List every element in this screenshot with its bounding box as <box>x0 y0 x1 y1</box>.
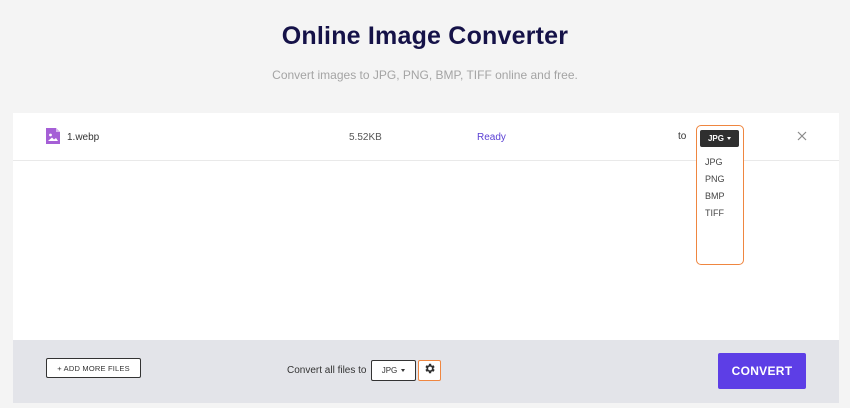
file-row: 1.webp 5.52KB Ready to JPG JPG PNG BMP T… <box>13 113 839 265</box>
page-subtitle: Convert images to JPG, PNG, BMP, TIFF on… <box>272 68 578 82</box>
format-select[interactable]: JPG <box>700 130 739 147</box>
format-option-bmp[interactable]: BMP <box>700 188 739 205</box>
format-option-jpg[interactable]: JPG <box>700 154 739 171</box>
format-select-value: JPG <box>707 134 724 143</box>
format-option-png[interactable]: PNG <box>700 171 739 188</box>
to-label: to <box>678 131 687 142</box>
bottom-toolbar: + ADD MORE FILES Convert all files to JP… <box>13 340 839 403</box>
file-size: 5.52KB <box>349 132 382 143</box>
image-file-icon <box>46 128 60 144</box>
format-dropdown: JPG JPG PNG BMP TIFF <box>696 125 744 265</box>
file-name: 1.webp <box>67 132 100 143</box>
close-icon[interactable] <box>795 129 809 143</box>
caret-down-icon <box>727 137 731 140</box>
page-title: Online Image Converter <box>281 22 569 50</box>
convert-all-format-value: JPG <box>381 366 398 375</box>
file-list-panel: 1.webp 5.52KB Ready to JPG JPG PNG BMP T… <box>13 113 839 340</box>
format-options: JPG PNG BMP TIFF <box>700 154 739 222</box>
convert-all-label: Convert all files to <box>287 365 367 376</box>
convert-button[interactable]: CONVERT <box>718 353 806 389</box>
gear-icon <box>423 362 436 380</box>
convert-all-format-select[interactable]: JPG <box>371 360 416 381</box>
file-status: Ready <box>477 132 506 143</box>
format-option-tiff[interactable]: TIFF <box>700 205 739 222</box>
add-more-files-button[interactable]: + ADD MORE FILES <box>46 358 141 378</box>
settings-button[interactable] <box>418 360 441 381</box>
caret-down-icon <box>401 369 406 372</box>
